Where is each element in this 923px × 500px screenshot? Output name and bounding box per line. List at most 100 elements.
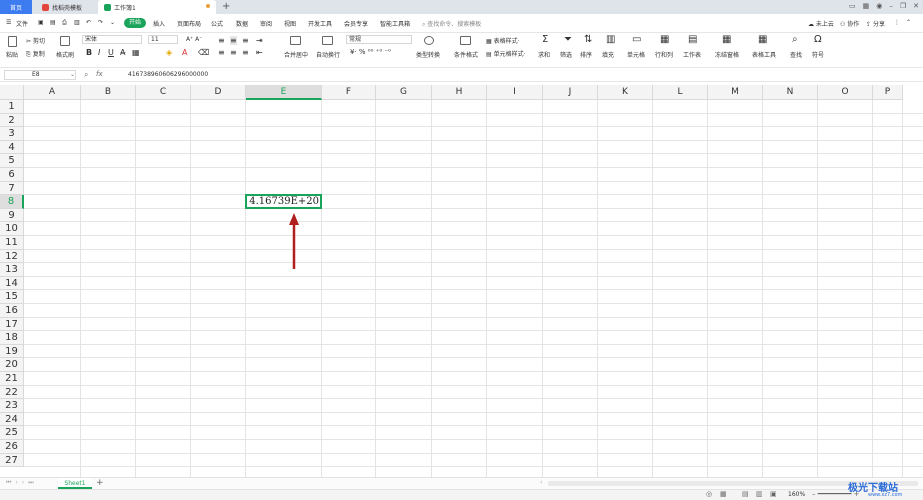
row-header-5[interactable]: 5 <box>0 154 24 168</box>
row-header-19[interactable]: 19 <box>0 344 24 359</box>
align-top-icon[interactable]: ≡ <box>218 36 225 45</box>
row-header-2[interactable]: 2 <box>0 113 24 128</box>
clear-format-icon[interactable]: ⌫ <box>198 48 209 57</box>
underline-icon[interactable]: U <box>108 48 114 57</box>
restore-button[interactable]: ❐ <box>900 2 906 10</box>
row-header-9[interactable]: 9 <box>0 208 24 223</box>
row-header-11[interactable]: 11 <box>0 236 24 250</box>
symbol-button[interactable]: 符号 <box>812 50 824 59</box>
border-icon[interactable]: ▦ <box>132 48 140 57</box>
undo-icon[interactable]: ↶ <box>86 19 91 26</box>
fill-button[interactable]: 填充 <box>602 50 614 59</box>
wrap-icon[interactable] <box>322 36 333 45</box>
search-commands[interactable]: ⌕ 查找命令、搜索模板 <box>422 19 481 29</box>
rowcol-button[interactable]: 行和列 <box>655 50 673 59</box>
tools-icon[interactable]: ▦ <box>758 34 767 45</box>
add-sheet-button[interactable]: + <box>96 478 104 488</box>
format-painter-icon[interactable] <box>60 36 70 46</box>
align-right-icon[interactable]: ≡ <box>242 48 249 57</box>
row-header-22[interactable]: 22 <box>0 385 24 400</box>
align-center-icon[interactable]: ≡ <box>230 48 237 57</box>
row-header-8[interactable]: 8 <box>0 195 24 209</box>
active-cell-e8[interactable]: 4.16739E+20 <box>245 194 322 209</box>
name-box-dropdown-icon[interactable]: ⌄ <box>70 71 75 78</box>
paste-button[interactable]: 粘贴 <box>6 50 18 59</box>
menu-file[interactable]: 文件 <box>16 19 28 28</box>
add-tab-button[interactable]: + <box>222 1 230 12</box>
column-header-c[interactable]: C <box>136 85 191 100</box>
fill-color-icon[interactable]: ◈ <box>166 48 172 57</box>
bold-icon[interactable]: B <box>86 48 92 57</box>
row-header-25[interactable]: 25 <box>0 426 24 440</box>
row-header-7[interactable]: 7 <box>0 181 24 196</box>
column-header-b[interactable]: B <box>81 85 136 100</box>
sum-button[interactable]: 求和 <box>538 50 550 59</box>
eye-protect-icon[interactable]: ◎ <box>706 490 712 498</box>
normal-view-icon[interactable]: ▦ <box>720 490 727 498</box>
format-painter-button[interactable]: 格式刷 <box>56 50 74 59</box>
row-header-14[interactable]: 14 <box>0 276 24 291</box>
menu-icon[interactable]: ☰ <box>6 19 11 26</box>
column-header-d[interactable]: D <box>191 85 246 100</box>
number-format-select[interactable]: 常规 <box>346 35 412 44</box>
preview-icon[interactable]: ▥ <box>74 19 80 26</box>
avatar[interactable]: ◉ <box>876 2 882 10</box>
cond-format-icon[interactable] <box>460 36 471 45</box>
align-middle-icon[interactable]: ≡ <box>230 36 237 45</box>
strikethrough-icon[interactable]: A̶ <box>120 48 125 57</box>
formula-input[interactable]: 416738960606296000000 <box>128 71 208 78</box>
close-button[interactable]: ✕ <box>913 2 919 10</box>
spreadsheet-grid[interactable]: ABCDEFGHIJKLMNOP 1 2 3 4 5 6 7 8 9 10 11 12 13 14 15 16… <box>0 85 923 477</box>
cond-format-button[interactable]: 条件格式 <box>454 50 478 59</box>
collab-button[interactable]: ⚇ 协作 <box>840 19 859 28</box>
find-button[interactable]: 查找 <box>790 50 802 59</box>
column-header-p[interactable]: P <box>873 85 903 100</box>
table-style-button[interactable]: ▦ 表格样式· <box>486 36 520 45</box>
row-header-6[interactable]: 6 <box>0 168 24 182</box>
row-header-26[interactable]: 26 <box>0 440 24 454</box>
paste-icon[interactable] <box>8 36 17 47</box>
sheet-button[interactable]: 工作表 <box>683 50 701 59</box>
freeze-button[interactable]: 冻结窗格 <box>715 50 739 59</box>
layout-icon[interactable]: ▭ <box>849 2 856 10</box>
wrap-button[interactable]: 自动换行 <box>316 50 340 59</box>
more-menu-icon[interactable]: ⋮ <box>894 19 900 26</box>
menu-start[interactable]: 开始 <box>124 18 146 28</box>
sum-icon[interactable]: Σ <box>542 34 548 45</box>
italic-icon[interactable]: I <box>98 48 100 57</box>
menu-insert[interactable]: 插入 <box>153 19 165 28</box>
select-all-corner[interactable] <box>0 85 24 100</box>
column-header-a[interactable]: A <box>24 85 81 100</box>
share-button[interactable]: ⇪ 分享 <box>866 19 885 28</box>
more-icon[interactable]: ⌄ <box>110 19 115 26</box>
fill-icon[interactable]: ▥ <box>606 34 615 45</box>
row-header-1[interactable]: 1 <box>0 100 24 114</box>
column-header-l[interactable]: L <box>653 85 708 100</box>
sheet-tab-1[interactable]: Sheet1 <box>58 478 92 489</box>
align-left-icon[interactable]: ≡ <box>218 48 225 57</box>
row-header-24[interactable]: 24 <box>0 412 24 427</box>
copy-button[interactable]: ⎘ 复制 <box>26 49 45 59</box>
row-header-27[interactable]: 27 <box>0 453 24 468</box>
column-header-i[interactable]: I <box>487 85 543 100</box>
indent-icon[interactable]: ⇤ <box>256 48 263 57</box>
zoom-level[interactable]: 160% <box>788 491 805 498</box>
menu-review[interactable]: 审阅 <box>260 19 272 28</box>
column-header-f[interactable]: F <box>322 85 376 100</box>
symbol-icon[interactable]: Ω <box>814 34 822 45</box>
sheet-icon[interactable]: ▤ <box>688 34 697 45</box>
column-header-e[interactable]: E <box>246 85 322 100</box>
column-header-n[interactable]: N <box>763 85 818 100</box>
cell-style-button[interactable]: ▤ 单元格样式· <box>486 49 526 58</box>
menu-data[interactable]: 数据 <box>236 19 248 28</box>
cut-button[interactable]: ✂ 剪切 <box>26 36 45 45</box>
cell-icon[interactable]: ▭ <box>632 34 641 45</box>
row-header-16[interactable]: 16 <box>0 304 24 318</box>
tab-home[interactable]: 首页 <box>0 0 32 14</box>
row-header-4[interactable]: 4 <box>0 140 24 155</box>
menu-page-layout[interactable]: 页面布局 <box>177 19 201 28</box>
page-break-view-icon[interactable]: ▥ <box>756 490 763 498</box>
save-icon[interactable]: ▣ <box>38 19 44 26</box>
h-scroll-left[interactable]: ‹ <box>540 479 542 486</box>
row-header-15[interactable]: 15 <box>0 290 24 304</box>
